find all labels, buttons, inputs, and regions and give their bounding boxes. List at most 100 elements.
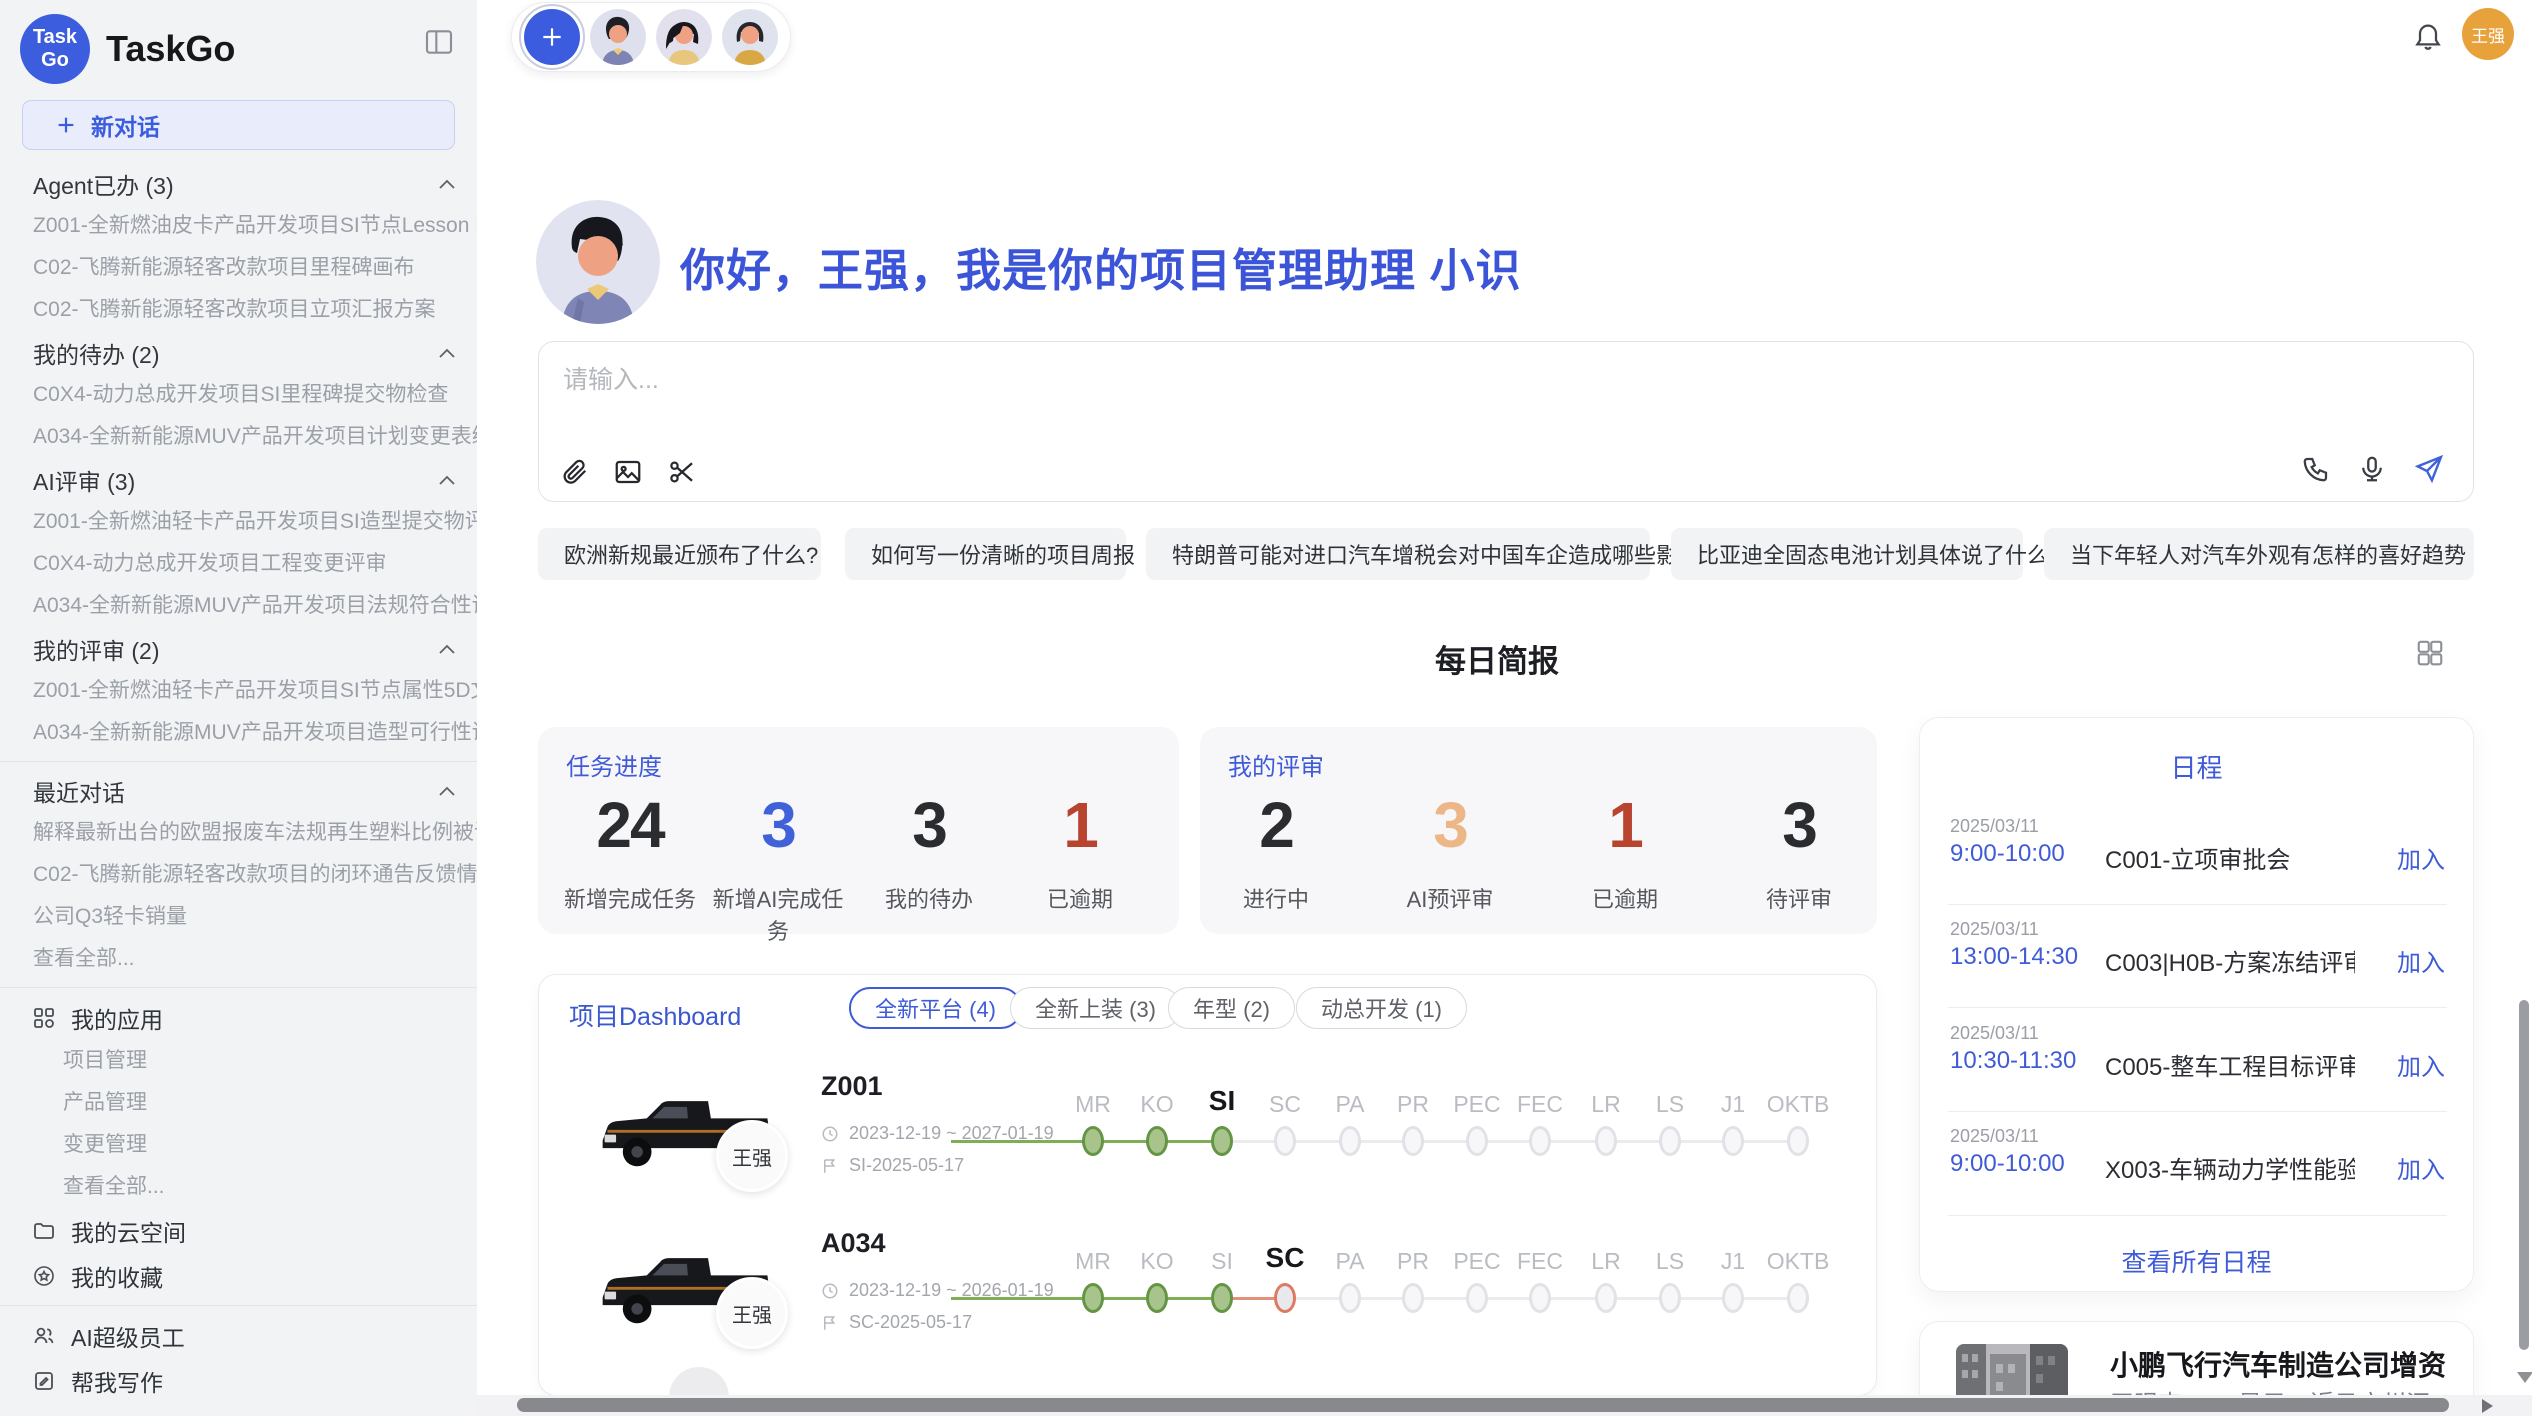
milestone-label: OKTB bbox=[1753, 1248, 1843, 1275]
scissors-icon[interactable] bbox=[667, 457, 697, 487]
milestone-node bbox=[1402, 1283, 1424, 1313]
schedule-date: 2025/03/11 bbox=[1950, 919, 2039, 940]
sidebar-item-cloud-space[interactable]: 我的云空间 bbox=[0, 1208, 477, 1253]
phone-call-icon[interactable] bbox=[2301, 454, 2331, 484]
clock-icon bbox=[821, 1282, 839, 1300]
join-meeting-link[interactable]: 加入 bbox=[2397, 840, 2445, 875]
sidebar-item[interactable]: C02-飞腾新能源轻客改款项目里程碑画布 bbox=[0, 247, 477, 289]
suggestion-chip[interactable]: 当下年轻人对汽车外观有怎样的喜好趋势 bbox=[2044, 528, 2474, 580]
folder-icon bbox=[32, 1219, 56, 1243]
milestone-node-done bbox=[1082, 1126, 1104, 1156]
vertical-scrollbar-thumb[interactable] bbox=[2519, 1000, 2529, 1350]
join-meeting-link[interactable]: 加入 bbox=[2397, 943, 2445, 978]
sidebar-item-my-apps[interactable]: 我的应用 bbox=[0, 995, 477, 1040]
group-header-agent-done[interactable]: Agent已办 (3) bbox=[0, 162, 477, 205]
my-review-card: 我的评审 2 进行中 3 AI预评审 1 已逾期 3 待评审 bbox=[1200, 727, 1877, 934]
stat-new-done: 24 新增完成任务 bbox=[555, 790, 705, 914]
sidebar-item-creative-drawing[interactable]: 创意制图 bbox=[0, 1403, 477, 1416]
group-header-ai-review[interactable]: AI评审 (3) bbox=[0, 458, 477, 501]
sidebar-item[interactable]: Z001-全新燃油轻卡产品开发项目SI节点属性5D文件评审 bbox=[0, 670, 477, 712]
milestone-node-done bbox=[1211, 1126, 1233, 1156]
image-upload-icon[interactable] bbox=[613, 457, 643, 487]
suggestion-chip[interactable]: 欧洲新规最近颁布了什么? bbox=[538, 528, 821, 580]
group-title: Agent已办 (3) bbox=[33, 167, 174, 201]
agent-avatar-bar bbox=[511, 2, 791, 72]
milestone-tag: SI-2025-05-17 bbox=[849, 1155, 964, 1176]
agent-avatar[interactable] bbox=[722, 9, 778, 65]
daily-briefing-title: 每日简报 bbox=[477, 636, 2517, 681]
recent-chat-item[interactable]: C02-飞腾新能源轻客改款项目的闭环通告反馈情况 bbox=[0, 854, 477, 896]
agent-avatar[interactable] bbox=[656, 9, 712, 65]
attachment-icon[interactable] bbox=[559, 457, 589, 487]
scroll-down-arrow-icon[interactable] bbox=[2517, 1372, 2532, 1383]
task-progress-card: 任务进度 24 新增完成任务 3 新增AI完成任务 3 我的待办 1 已逾期 bbox=[538, 727, 1179, 934]
schedule-time: 9:00-10:00 bbox=[1950, 1150, 2065, 1178]
group-title: AI评审 (3) bbox=[33, 463, 135, 497]
horizontal-scrollbar-thumb[interactable] bbox=[517, 1398, 2449, 1412]
group-header-recent-chats[interactable]: 最近对话 bbox=[0, 769, 477, 812]
app-item-project-mgmt[interactable]: 项目管理 bbox=[0, 1040, 477, 1082]
sidebar-item[interactable]: C0X4-动力总成开发项目SI里程碑提交物检查 bbox=[0, 374, 477, 416]
tab-model-year[interactable]: 年型 (2) bbox=[1168, 987, 1295, 1029]
chat-input[interactable] bbox=[561, 358, 2265, 440]
sidebar-item[interactable]: C02-飞腾新能源轻客改款项目立项汇报方案 bbox=[0, 289, 477, 331]
stat-value: 2 bbox=[1189, 790, 1363, 860]
recent-chat-item[interactable]: 公司Q3轻卡销量 bbox=[0, 896, 477, 938]
tab-all-new-platform[interactable]: 全新平台 (4) bbox=[849, 987, 1022, 1029]
sidebar-item[interactable]: Z001-全新燃油皮卡产品开发项目SI节点Lesson Learn报告 bbox=[0, 205, 477, 247]
app-item-change-mgmt[interactable]: 变更管理 bbox=[0, 1124, 477, 1166]
schedule-title: 日程 bbox=[1920, 748, 2473, 785]
stat-value: 3 bbox=[703, 790, 853, 860]
group-header-my-review[interactable]: 我的评审 (2) bbox=[0, 627, 477, 670]
task-card-title: 任务进度 bbox=[566, 747, 662, 782]
chat-input-box bbox=[538, 341, 2474, 502]
milestone-node-done bbox=[1146, 1126, 1168, 1156]
project-code: A034 bbox=[821, 1228, 886, 1259]
scroll-right-arrow-icon[interactable] bbox=[2482, 1399, 2493, 1413]
sidebar-item-help-me-write[interactable]: 帮我写作 bbox=[0, 1358, 477, 1403]
milestone-label: OKTB bbox=[1753, 1091, 1843, 1118]
milestone-node-done bbox=[1146, 1283, 1168, 1313]
sidebar-item-favorites[interactable]: 我的收藏 bbox=[0, 1253, 477, 1298]
group-title: 我的待办 (2) bbox=[33, 336, 160, 370]
recent-view-all[interactable]: 查看全部... bbox=[0, 938, 477, 980]
stat-in-progress: 2 进行中 bbox=[1189, 790, 1363, 914]
group-header-my-todo[interactable]: 我的待办 (2) bbox=[0, 331, 477, 374]
project-owner-avatar: 王强 bbox=[716, 1277, 788, 1349]
chevron-up-icon bbox=[439, 644, 455, 654]
notification-bell-icon[interactable] bbox=[2412, 19, 2444, 51]
stat-label: 已逾期 bbox=[1005, 882, 1155, 914]
help-me-write-label: 帮我写作 bbox=[71, 1364, 163, 1398]
suggestion-chip[interactable]: 如何写一份清晰的项目周报 bbox=[845, 528, 1126, 580]
milestone-node bbox=[1722, 1283, 1744, 1313]
sidebar-collapse-icon[interactable] bbox=[423, 26, 455, 58]
stat-label: 我的待办 bbox=[854, 882, 1004, 914]
join-meeting-link[interactable]: 加入 bbox=[2397, 1150, 2445, 1185]
suggestion-chip[interactable]: 比亚迪全固态电池计划具体说了什么 bbox=[1671, 528, 2023, 580]
plus-icon bbox=[55, 114, 77, 136]
horizontal-scrollbar bbox=[477, 1395, 2532, 1416]
send-icon[interactable] bbox=[2413, 453, 2445, 485]
join-meeting-link[interactable]: 加入 bbox=[2397, 1047, 2445, 1082]
app-item-product-mgmt[interactable]: 产品管理 bbox=[0, 1082, 477, 1124]
tab-powertrain-dev[interactable]: 动总开发 (1) bbox=[1296, 987, 1467, 1029]
view-all-schedule-link[interactable]: 查看所有日程 bbox=[1920, 1243, 2473, 1279]
add-agent-button[interactable] bbox=[524, 9, 580, 65]
divider bbox=[1948, 1111, 2447, 1112]
suggestion-chip[interactable]: 特朗普可能对进口汽车增税会对中国车企造成哪些影响 bbox=[1146, 528, 1650, 580]
sidebar-item[interactable]: A034-全新新能源MUV产品开发项目造型可行性评审 bbox=[0, 712, 477, 754]
agent-avatar[interactable] bbox=[590, 9, 646, 65]
sidebar-item[interactable]: A034-全新新能源MUV产品开发项目法规符合性评审 bbox=[0, 585, 477, 627]
new-chat-button[interactable]: 新对话 bbox=[22, 100, 455, 150]
milestone-node-done bbox=[1082, 1283, 1104, 1313]
sidebar-item[interactable]: A034-全新新能源MUV产品开发项目计划变更表编写 bbox=[0, 416, 477, 458]
user-avatar[interactable]: 王强 bbox=[2462, 8, 2514, 60]
tab-new-body[interactable]: 全新上装 (3) bbox=[1010, 987, 1181, 1029]
sidebar-item[interactable]: C0X4-动力总成开发项目工程变更评审 bbox=[0, 543, 477, 585]
sidebar-item[interactable]: Z001-全新燃油轻卡产品开发项目SI造型提交物评审 bbox=[0, 501, 477, 543]
layout-grid-icon[interactable] bbox=[2415, 638, 2445, 668]
recent-chat-item[interactable]: 解释最新出台的欧盟报废车法规再生塑料比例被调至15%... bbox=[0, 812, 477, 854]
sidebar-item-ai-super-staff[interactable]: AI超级员工 bbox=[0, 1313, 477, 1358]
apps-view-all[interactable]: 查看全部... bbox=[0, 1166, 477, 1208]
microphone-icon[interactable] bbox=[2357, 454, 2387, 484]
